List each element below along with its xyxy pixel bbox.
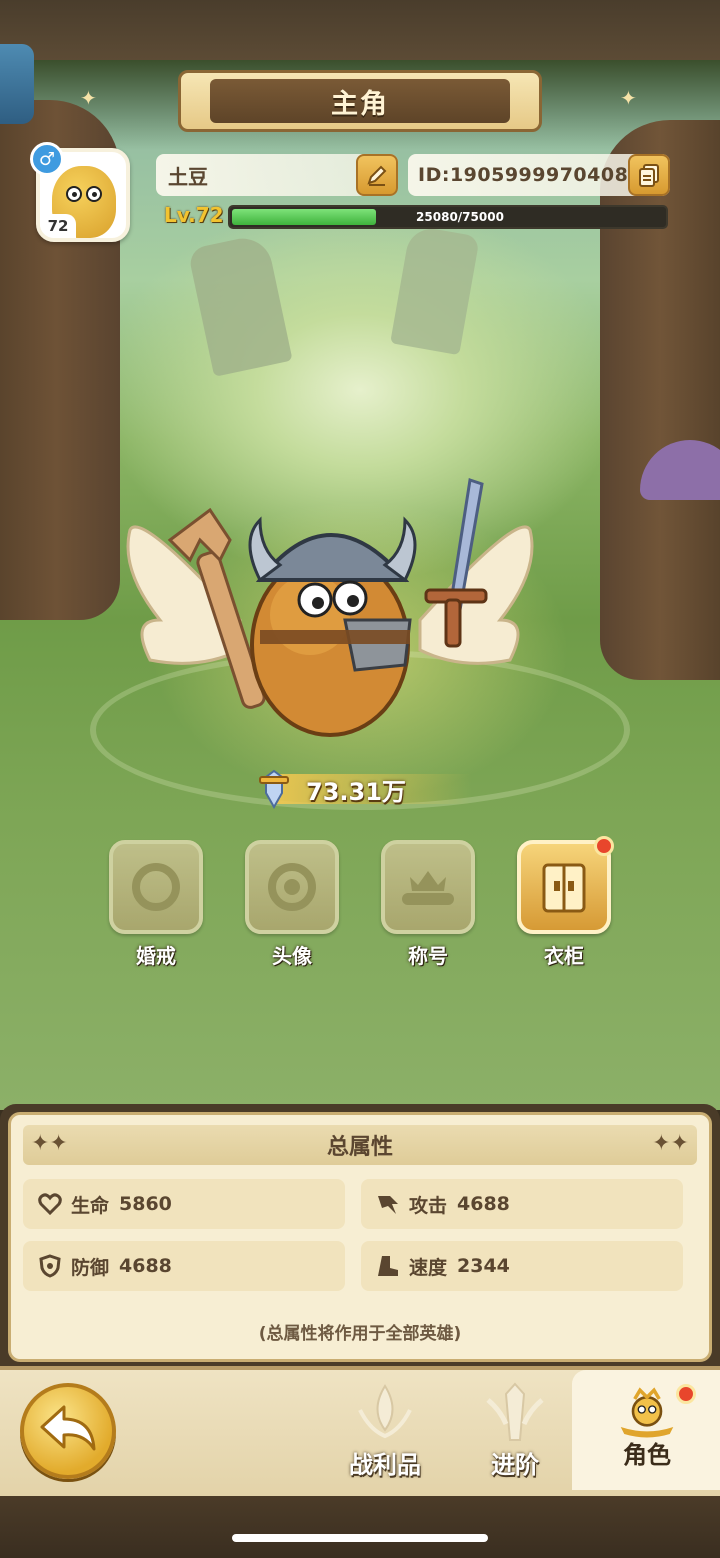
player-id: ID:1905999970408 [418, 164, 629, 186]
nav-loot[interactable]: 战利品 [330, 1380, 440, 1480]
feature-avatar-frame[interactable]: 头像 [242, 840, 342, 969]
bottom-frame [0, 1496, 720, 1558]
nav-character[interactable]: 角色 [572, 1370, 720, 1490]
notification-dot [676, 1384, 696, 1404]
nav-loot-label: 战利品 [349, 1451, 421, 1479]
title-badge-icon [402, 871, 454, 905]
notification-dot [594, 836, 614, 856]
avatar-frame-icon [268, 863, 316, 911]
stats-note: (总属性将作用于全部英雄) [258, 1324, 462, 1344]
tree-right [600, 120, 720, 680]
edit-name-button[interactable] [356, 154, 398, 196]
heart-icon [37, 1191, 63, 1217]
copy-id-button[interactable] [628, 154, 670, 196]
male-gender-icon: ♂ [30, 142, 64, 176]
feature-wardrobe-label: 衣柜 [544, 944, 584, 968]
ring-icon [132, 863, 180, 911]
stat-speed: 速度 2344 [361, 1241, 683, 1291]
page-title: 主角 [331, 88, 389, 120]
feature-ring[interactable]: 婚戒 [106, 840, 206, 969]
side-tab[interactable] [0, 44, 34, 124]
pencil-icon [367, 165, 387, 186]
hero-character[interactable] [120, 470, 540, 750]
player-name: 土豆 [168, 164, 208, 189]
sparkle-icon: ✦✦ [652, 1131, 689, 1156]
potato-warrior-icon [126, 478, 534, 737]
xp-progress-bar: 25080/75000 [228, 205, 668, 229]
advance-icon [480, 1380, 550, 1450]
total-stats-panel: ✦✦ 总属性 ✦✦ 生命 5860 攻击 4688 防御 4688 速度 234… [0, 1104, 720, 1370]
wardrobe-icon [542, 863, 586, 913]
attack-icon [375, 1191, 401, 1217]
stats-title: 总属性 [326, 1135, 393, 1160]
player-id-box: ID:1905999970408 [408, 154, 670, 196]
stat-speed-value: 2344 [457, 1255, 510, 1277]
feature-title[interactable]: 称号 [378, 840, 478, 969]
sparkle-icon: ✦✦ [31, 1131, 68, 1156]
nav-character-label: 角色 [623, 1441, 671, 1469]
home-indicator[interactable] [232, 1534, 488, 1542]
level-label: Lv.72 [164, 203, 224, 227]
stat-hp: 生命 5860 [23, 1179, 345, 1229]
player-name-box: 土豆 [156, 154, 398, 196]
sparkle-icon: ✦ [80, 86, 97, 110]
back-button[interactable] [20, 1383, 116, 1479]
sparkle-icon: ✦ [620, 86, 637, 110]
nav-advance-label: 进阶 [491, 1451, 539, 1479]
stat-attack: 攻击 4688 [361, 1179, 683, 1229]
stat-defense: 防御 4688 [23, 1241, 345, 1291]
top-frame [0, 0, 720, 64]
stats-header: ✦✦ 总属性 ✦✦ [23, 1125, 697, 1165]
feature-wardrobe[interactable]: 衣柜 [514, 836, 614, 969]
back-arrow-icon [40, 1405, 96, 1451]
stat-attack-value: 4688 [457, 1193, 510, 1215]
combat-power: 73.31万 [252, 766, 472, 812]
xp-text: 25080/75000 [416, 210, 504, 224]
nav-advance[interactable]: 进阶 [460, 1380, 570, 1480]
stat-hp-value: 5860 [119, 1193, 172, 1215]
feature-title-label: 称号 [408, 944, 448, 968]
sword-power-icon [259, 769, 289, 810]
boot-icon [375, 1253, 401, 1279]
loot-icon [350, 1380, 420, 1450]
avatar-level-badge: 72 [40, 214, 76, 238]
combat-power-value: 73.31万 [306, 777, 406, 806]
feature-ring-label: 婚戒 [136, 944, 176, 968]
stat-defense-value: 4688 [119, 1255, 172, 1277]
copy-icon [639, 164, 659, 187]
shield-icon [37, 1253, 63, 1279]
feature-avatar-frame-label: 头像 [272, 944, 312, 968]
title-banner: 主角 [178, 70, 542, 132]
